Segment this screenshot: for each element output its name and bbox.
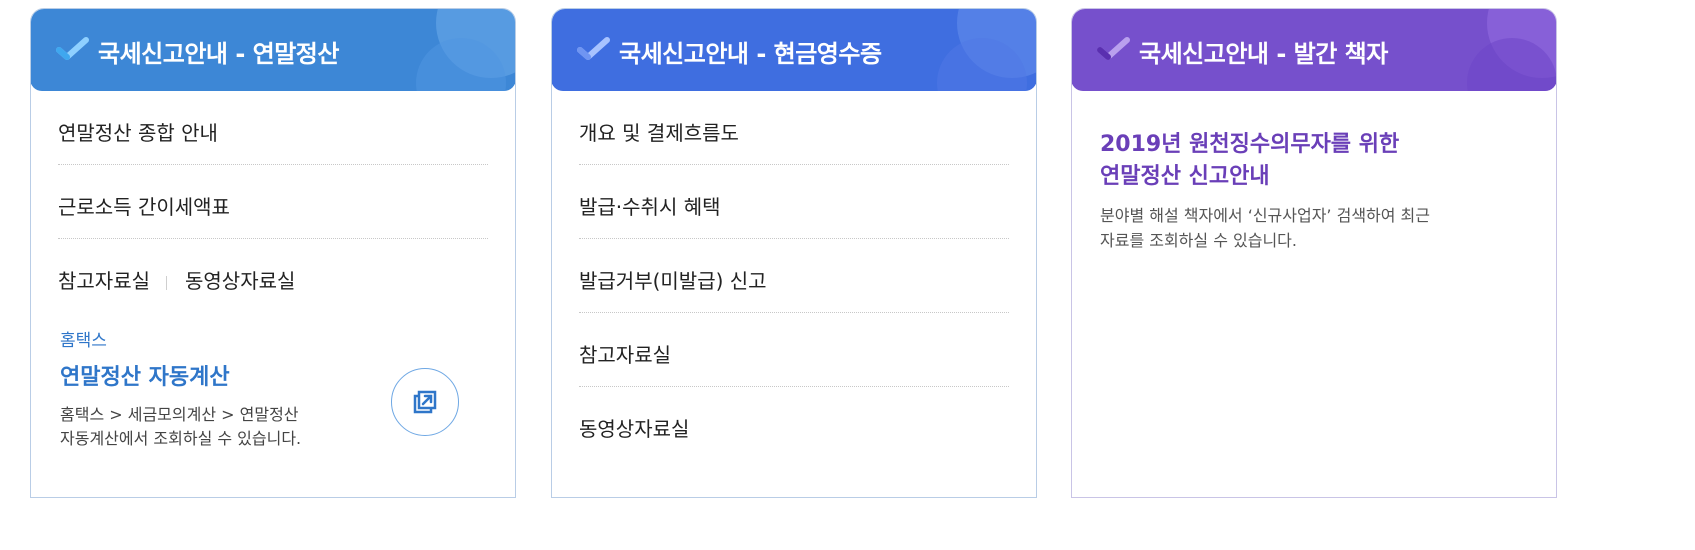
publication-description: 분야별 해설 책자에서 ‘신규사업자’ 검색하여 최근 자료를 조회하실 수 있… <box>1100 203 1529 253</box>
hometax-section: 홈택스 연말정산 자동계산 홈택스 > 세금모의계산 > 연말정산 자동계산에서… <box>31 312 515 451</box>
menu-link[interactable]: 연말정산 종합 안내 <box>58 121 218 145</box>
list-item[interactable]: 개요 및 결제흐름도 <box>579 91 1009 165</box>
external-link-button[interactable] <box>391 368 459 436</box>
card-title: 국세신고안내 - 연말정산 <box>98 40 339 68</box>
check-icon <box>577 37 610 60</box>
external-link-icon <box>413 390 437 414</box>
card-header: 국세신고안내 - 현금영수증 <box>552 9 1036 91</box>
list-item: 참고자료실 동영상자료실 <box>58 239 488 312</box>
menu-link[interactable]: 동영상자료실 <box>579 417 689 441</box>
description-line: 분야별 해설 책자에서 ‘신규사업자’ 검색하여 최근 <box>1100 206 1431 225</box>
publication-title-line: 연말정산 신고안내 <box>1100 164 1270 189</box>
menu-link[interactable]: 개요 및 결제흐름도 <box>579 121 739 145</box>
hometax-label: 홈택스 <box>60 331 107 351</box>
video-link[interactable]: 동영상자료실 <box>185 269 295 293</box>
menu-link[interactable]: 근로소득 간이세액표 <box>58 195 230 219</box>
list-item[interactable]: 참고자료실 <box>579 313 1009 387</box>
card-cash-receipt: 국세신고안내 - 현금영수증 개요 및 결제흐름도 발급·수취시 혜택 발급거부… <box>551 8 1037 498</box>
card-title: 국세신고안내 - 발간 책자 <box>1139 40 1388 68</box>
menu-link[interactable]: 발급거부(미발급) 신고 <box>579 269 767 293</box>
list-item[interactable]: 발급·수취시 혜택 <box>579 165 1009 239</box>
card-header: 국세신고안내 - 연말정산 <box>31 9 515 91</box>
hometax-description: 홈택스 > 세금모의계산 > 연말정산 자동계산에서 조회하실 수 있습니다. <box>60 403 380 451</box>
list-item[interactable]: 발급거부(미발급) 신고 <box>579 239 1009 313</box>
card-title: 국세신고안내 - 현금영수증 <box>619 40 882 68</box>
list-item[interactable]: 동영상자료실 <box>579 387 1009 460</box>
description-line: 자료를 조회하실 수 있습니다. <box>1100 231 1297 250</box>
reference-link[interactable]: 참고자료실 <box>58 269 150 293</box>
list-item[interactable]: 연말정산 종합 안내 <box>58 91 488 165</box>
menu-link[interactable]: 참고자료실 <box>579 343 671 367</box>
card-header: 국세신고안내 - 발간 책자 <box>1072 9 1556 91</box>
divider <box>166 275 167 290</box>
check-icon <box>56 37 89 60</box>
card-publications: 국세신고안내 - 발간 책자 2019년 원천징수의무자를 위한 연말정산 신고… <box>1071 8 1557 498</box>
list-item[interactable]: 근로소득 간이세액표 <box>58 165 488 239</box>
menu-link[interactable]: 발급·수취시 혜택 <box>579 195 721 219</box>
publication-title-link[interactable]: 2019년 원천징수의무자를 위한 연말정산 신고안내 <box>1100 129 1529 193</box>
description-line: 자동계산에서 조회하실 수 있습니다. <box>60 429 302 448</box>
check-icon <box>1097 37 1130 60</box>
menu-list: 연말정산 종합 안내 근로소득 간이세액표 참고자료실 동영상자료실 <box>31 91 515 312</box>
card-year-end-settlement: 국세신고안내 - 연말정산 연말정산 종합 안내 근로소득 간이세액표 참고자료… <box>30 8 516 498</box>
menu-list: 개요 및 결제흐름도 발급·수취시 혜택 발급거부(미발급) 신고 참고자료실 … <box>552 91 1036 460</box>
description-line: 홈택스 > 세금모의계산 > 연말정산 <box>60 405 299 424</box>
publication-title-line: 2019년 원천징수의무자를 위한 <box>1100 132 1400 157</box>
publication-section: 2019년 원천징수의무자를 위한 연말정산 신고안내 분야별 해설 책자에서 … <box>1072 91 1556 253</box>
